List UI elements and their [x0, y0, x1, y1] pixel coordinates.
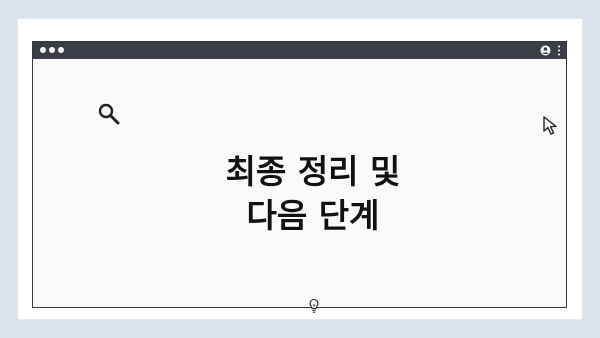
lightbulb-icon — [309, 298, 319, 313]
cursor-arrow-icon — [543, 116, 557, 135]
window-control-dot — [58, 47, 64, 53]
browser-window-illustration: 최종 정리 및 다음 단계 — [32, 41, 567, 313]
search-icon — [98, 103, 120, 125]
window-control-dot — [49, 47, 55, 53]
window-control-dot — [40, 47, 46, 53]
user-icon — [540, 45, 551, 56]
kebab-menu-icon — [558, 45, 560, 56]
headline-line-2: 다음 단계 — [246, 196, 380, 235]
window-titlebar — [33, 42, 566, 59]
slide-card: 최종 정리 및 다음 단계 — [18, 19, 582, 319]
headline-line-1: 최종 정리 및 — [225, 152, 401, 191]
slide-headline: 최종 정리 및 다음 단계 — [73, 150, 553, 238]
